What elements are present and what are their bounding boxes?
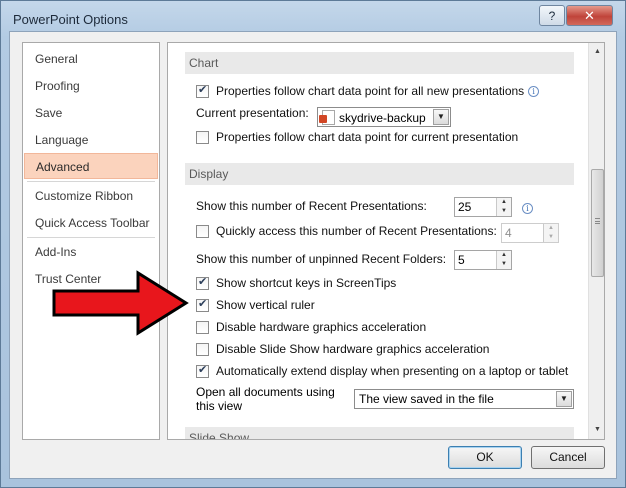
hw-accel-label: Disable hardware graphics acceleration xyxy=(216,320,427,334)
nav-item-customize-ribbon[interactable]: Customize Ribbon xyxy=(24,183,158,209)
extend-display-checkbox[interactable] xyxy=(196,363,209,378)
nav-divider xyxy=(27,181,155,182)
quick-access-value: 4 xyxy=(505,226,512,240)
open-docs-value: The view saved in the file xyxy=(359,392,494,406)
unpinned-folders-label: Show this number of unpinned Recent Fold… xyxy=(196,252,447,266)
section-header-display: Display xyxy=(185,163,574,185)
options-panel: Chart Properties follow chart data point… xyxy=(167,42,605,440)
option-follow-all: Properties follow chart data point for a… xyxy=(196,83,540,98)
option-extend-display: Automatically extend display when presen… xyxy=(196,363,569,378)
slideshow-hw-accel-checkbox[interactable] xyxy=(196,342,209,356)
close-button[interactable]: ✕ xyxy=(566,5,613,26)
spin-arrows-icon[interactable]: ▲ ▼ xyxy=(496,198,511,216)
quick-access-checkbox[interactable] xyxy=(196,224,209,238)
vertical-ruler-label: Show vertical ruler xyxy=(216,298,315,312)
nav-item-save[interactable]: Save xyxy=(24,100,158,126)
current-presentation-label: Current presentation: xyxy=(196,106,309,120)
follow-all-checkbox[interactable] xyxy=(196,83,209,98)
help-button[interactable]: ? xyxy=(539,5,565,26)
current-presentation-value: skydrive-backup xyxy=(339,110,426,125)
option-vertical-ruler: Show vertical ruler xyxy=(196,297,315,312)
category-nav: General Proofing Save Language Advanced … xyxy=(22,42,160,440)
open-docs-label: Open all documents using this view xyxy=(196,385,335,413)
arrow-shape xyxy=(52,270,189,336)
option-slideshow-hw-accel: Disable Slide Show hardware graphics acc… xyxy=(196,342,489,356)
info-icon: i xyxy=(528,85,540,97)
follow-all-label: Properties follow chart data point for a… xyxy=(216,84,525,98)
follow-current-label: Properties follow chart data point for c… xyxy=(216,130,519,144)
follow-current-checkbox[interactable] xyxy=(196,130,209,144)
window-title: PowerPoint Options xyxy=(13,12,128,27)
spin-arrows-icon[interactable]: ▲ ▼ xyxy=(496,251,511,269)
quick-access-label: Quickly access this number of Recent Pre… xyxy=(216,224,497,238)
chevron-down-icon[interactable]: ▼ xyxy=(433,109,449,125)
extend-display-label: Automatically extend display when presen… xyxy=(216,364,569,378)
unpinned-folders-spinner[interactable]: 5 ▲ ▼ xyxy=(454,250,512,270)
nav-item-proofing[interactable]: Proofing xyxy=(24,73,158,99)
recent-presentations-value: 25 xyxy=(458,200,472,214)
dialog-body: General Proofing Save Language Advanced … xyxy=(9,31,617,479)
cancel-button[interactable]: Cancel xyxy=(531,446,605,469)
vertical-scrollbar[interactable]: ▲ ▼ xyxy=(588,43,604,439)
option-shortcut-keys: Show shortcut keys in ScreenTips xyxy=(196,275,397,290)
chevron-down-icon[interactable]: ▼ xyxy=(556,391,572,407)
nav-item-general[interactable]: General xyxy=(24,46,158,72)
hw-accel-checkbox[interactable] xyxy=(196,320,209,334)
scroll-thumb[interactable] xyxy=(591,169,604,277)
section-header-slide-show: Slide Show xyxy=(185,427,574,439)
vertical-ruler-checkbox[interactable] xyxy=(196,297,209,312)
quick-access-spinner[interactable]: 4 ▲ ▼ xyxy=(501,223,559,243)
option-hw-accel: Disable hardware graphics acceleration xyxy=(196,320,426,334)
option-quick-access: Quickly access this number of Recent Pre… xyxy=(196,224,497,238)
nav-divider xyxy=(27,237,155,238)
section-header-chart: Chart xyxy=(185,52,574,74)
shortcut-keys-checkbox[interactable] xyxy=(196,275,209,290)
nav-item-language[interactable]: Language xyxy=(24,127,158,153)
nav-item-advanced[interactable]: Advanced xyxy=(24,153,158,179)
nav-item-quick-access-toolbar[interactable]: Quick Access Toolbar xyxy=(24,210,158,236)
option-follow-current: Properties follow chart data point for c… xyxy=(196,130,518,144)
dialog-window: PowerPoint Options ? ✕ General Proofing … xyxy=(0,0,626,488)
shortcut-keys-label: Show shortcut keys in ScreenTips xyxy=(216,276,397,290)
open-docs-select[interactable]: The view saved in the file ▼ xyxy=(354,389,574,409)
slideshow-hw-accel-label: Disable Slide Show hardware graphics acc… xyxy=(216,342,490,356)
option-unpinned-folders: Show this number of unpinned Recent Fold… xyxy=(196,252,446,266)
recent-presentations-label: Show this number of Recent Presentations… xyxy=(196,199,427,213)
powerpoint-file-icon xyxy=(319,110,335,125)
info-icon: i xyxy=(522,203,533,214)
scroll-down-icon[interactable]: ▼ xyxy=(590,422,604,438)
spin-arrows-icon[interactable]: ▲ ▼ xyxy=(543,224,558,242)
ok-button[interactable]: OK xyxy=(448,446,522,469)
option-current-presentation: Current presentation: xyxy=(196,106,309,120)
recent-presentations-spinner[interactable]: 25 ▲ ▼ xyxy=(454,197,512,217)
red-arrow-annotation xyxy=(52,270,189,336)
unpinned-folders-value: 5 xyxy=(458,253,465,267)
option-recent-presentations: Show this number of Recent Presentations… xyxy=(196,199,427,213)
current-presentation-select[interactable]: skydrive-backup ▼ xyxy=(317,107,451,127)
scroll-up-icon[interactable]: ▲ xyxy=(590,44,604,60)
nav-item-add-ins[interactable]: Add-Ins xyxy=(24,239,158,265)
